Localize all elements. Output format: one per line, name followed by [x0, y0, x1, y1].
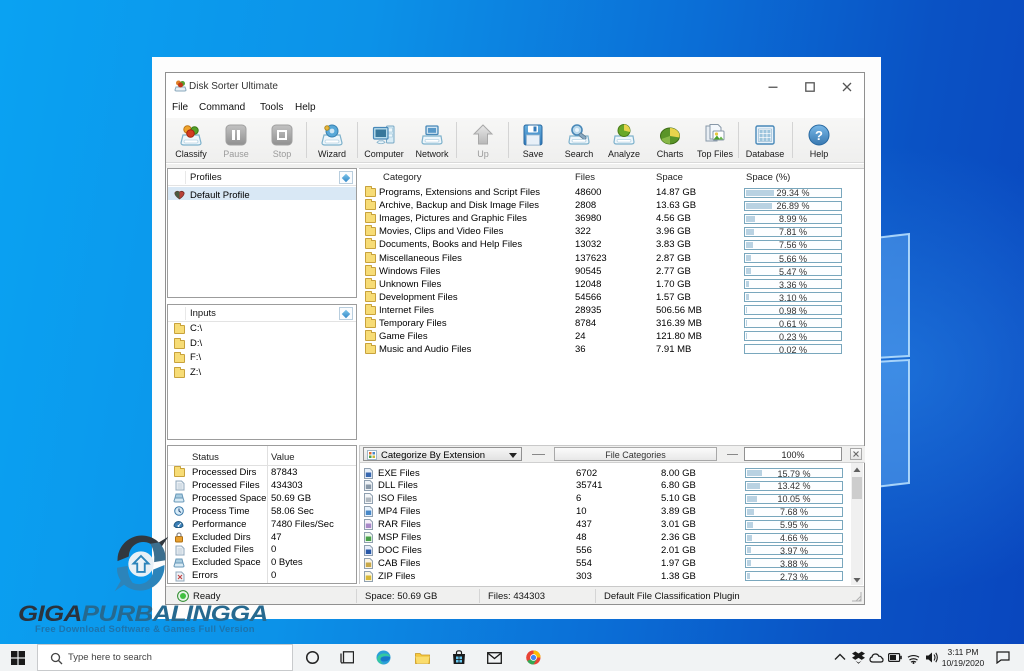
svg-text:?: ?: [815, 128, 823, 143]
